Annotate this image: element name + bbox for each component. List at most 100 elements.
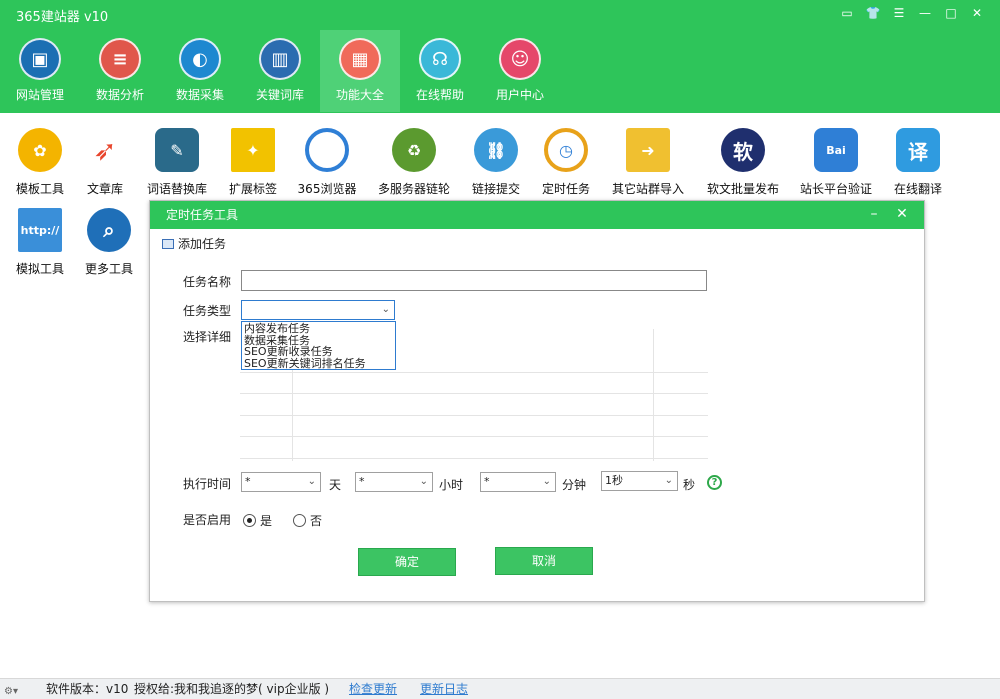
tool-label: 模拟工具 — [15, 262, 64, 276]
http-icon: http:// — [18, 208, 62, 252]
grid-line — [240, 415, 708, 416]
enable-yes-radio[interactable]: 是 — [243, 512, 272, 529]
minute-unit: 分钟 — [562, 478, 587, 492]
task-name-input[interactable] — [241, 270, 707, 291]
tool-browser[interactable]: 365浏览器 — [287, 124, 367, 197]
link-icon: ⛓ — [474, 128, 518, 172]
minute-value: * — [484, 475, 490, 488]
tool-translate[interactable]: 译 在线翻译 — [878, 124, 958, 197]
tool-label: 软文批量发布 — [706, 182, 779, 196]
tool-label: 更多工具 — [84, 262, 133, 276]
check-update-link[interactable]: 检查更新 — [349, 679, 397, 699]
exec-time-label: 执行时间 — [183, 477, 232, 491]
user-icon: ☺ — [499, 38, 541, 80]
tool-label: 扩展标签 — [228, 182, 277, 196]
clock-icon: ◷ — [544, 128, 588, 172]
close-icon[interactable]: ✕ — [888, 201, 916, 229]
dialog-title-bar: 定时任务工具 – ✕ — [150, 201, 924, 229]
cancel-button[interactable]: 取消 — [495, 547, 593, 575]
tool-label: 365浏览器 — [297, 182, 357, 196]
second-select[interactable]: 1秒 ⌄ — [601, 471, 678, 491]
nav-item-data-collect[interactable]: ◐ 数据采集 — [160, 30, 240, 112]
soft-icon: 软 — [721, 128, 765, 172]
headset-icon: ☊ — [419, 38, 461, 80]
day-select[interactable]: * ⌄ — [241, 472, 321, 492]
menu-icon[interactable]: ☰ — [886, 4, 912, 22]
add-task-icon — [162, 238, 174, 249]
add-task-button[interactable]: 添加任务 — [162, 235, 226, 252]
dropdown-option[interactable]: SEO更新收录任务 — [244, 346, 393, 358]
monitor-icon: ▣ — [19, 38, 61, 80]
tool-label: 链接提交 — [471, 182, 520, 196]
scheduled-task-dialog: 定时任务工具 – ✕ 添加任务 任务名称 任务类型 ⌄ 内容发布任务 数据采集任… — [149, 200, 925, 602]
enable-no-radio[interactable]: 否 — [293, 512, 322, 529]
tool-link-submit[interactable]: ⛓ 链接提交 — [456, 124, 536, 197]
update-log-link[interactable]: 更新日志 — [420, 679, 468, 699]
second-value: 1秒 — [605, 474, 623, 487]
enable-label: 是否启用 — [183, 513, 232, 527]
translate-icon: 译 — [896, 128, 940, 172]
hour-select[interactable]: * ⌄ — [355, 472, 433, 492]
chevron-down-icon: ⌄ — [542, 476, 551, 487]
dropdown-option[interactable]: 内容发布任务 — [244, 323, 393, 335]
grid-line — [240, 372, 708, 373]
tool-webmaster-verify[interactable]: Bai 站长平台验证 — [796, 124, 876, 197]
feather-icon: ✎ — [155, 128, 199, 172]
nav-label: 数据分析 — [95, 88, 144, 102]
grid-line — [653, 329, 654, 461]
status-bar: ⚙▾ 软件版本：v10 授权给:我和我追逐的梦( vip企业版 ) 检查更新 更… — [0, 678, 1000, 699]
settings-dropdown-icon[interactable]: ⚙▾ — [4, 682, 20, 697]
tool-scheduled-task[interactable]: ◷ 定时任务 — [526, 124, 606, 197]
tool-site-import[interactable]: ➜ 其它站群导入 — [608, 124, 688, 197]
tool-word-replace[interactable]: ✎ 词语替换库 — [137, 124, 217, 197]
dialog-title: 定时任务工具 — [166, 208, 239, 222]
tool-soft-article[interactable]: 软 软文批量发布 — [703, 124, 783, 197]
nav-item-keyword-lib[interactable]: ▥ 关键词库 — [240, 30, 320, 112]
minimize-icon[interactable]: – — [860, 201, 888, 229]
title-bar: 365建站器 v10 ▭ 👕 ☰ — □ ✕ ▣ 网站管理 ≡ 数据分析 ◐ 数… — [0, 0, 1000, 113]
enable-yes-label: 是 — [260, 514, 273, 528]
task-type-select[interactable]: ⌄ — [241, 300, 395, 320]
nav-label: 功能大全 — [335, 88, 384, 102]
add-task-label: 添加任务 — [178, 237, 227, 251]
grid-line — [240, 393, 708, 394]
nav-item-data-analysis[interactable]: ≡ 数据分析 — [80, 30, 160, 112]
nav-label: 关键词库 — [255, 88, 304, 102]
nav-item-site-manage[interactable]: ▣ 网站管理 — [0, 30, 80, 112]
book-icon: ▥ — [259, 38, 301, 80]
nav-item-all-features[interactable]: ▦ 功能大全 — [320, 30, 400, 112]
main-nav: ▣ 网站管理 ≡ 数据分析 ◐ 数据采集 ▥ 关键词库 ▦ 功能大全 ☊ 在线帮… — [0, 30, 560, 112]
message-icon[interactable]: ▭ — [834, 4, 860, 22]
tool-multi-server[interactable]: ♻ 多服务器链轮 — [374, 124, 454, 197]
hour-value: * — [359, 475, 365, 488]
ok-button[interactable]: 确定 — [358, 548, 456, 576]
grid-line — [240, 436, 708, 437]
tool-article-lib[interactable]: ➶ 文章库 — [65, 124, 145, 197]
second-unit: 秒 — [683, 478, 696, 492]
minute-select[interactable]: * ⌄ — [480, 472, 556, 492]
radio-unchecked-icon — [293, 514, 306, 527]
grid-icon: ▦ — [339, 38, 381, 80]
close-icon[interactable]: ✕ — [964, 4, 990, 22]
radio-checked-icon — [243, 514, 256, 527]
tool-simulate[interactable]: http:// 模拟工具 — [0, 204, 80, 277]
nav-item-user-center[interactable]: ☺ 用户中心 — [480, 30, 560, 112]
tool-more[interactable]: ⌕ 更多工具 — [69, 204, 149, 277]
nav-label: 网站管理 — [15, 88, 64, 102]
tool-ext-tags[interactable]: ✦ 扩展标签 — [213, 124, 293, 197]
nav-label: 在线帮助 — [415, 88, 464, 102]
tool-label: 词语替换库 — [146, 182, 207, 196]
grid-line — [240, 458, 708, 459]
palette-icon: ✿ — [18, 128, 62, 172]
window-controls: ▭ 👕 ☰ — □ ✕ — [834, 4, 990, 22]
database-icon: ≡ — [99, 38, 141, 80]
baidu-icon: Bai — [814, 128, 858, 172]
minimize-icon[interactable]: — — [912, 4, 938, 22]
dropdown-option[interactable]: SEO更新关键词排名任务 — [244, 358, 393, 370]
help-icon[interactable]: ? — [707, 475, 722, 490]
tool-label: 其它站群导入 — [611, 182, 684, 196]
maximize-icon[interactable]: □ — [938, 4, 964, 22]
shirt-icon[interactable]: 👕 — [860, 4, 886, 22]
nav-item-online-help[interactable]: ☊ 在线帮助 — [400, 30, 480, 112]
enable-no-label: 否 — [310, 514, 323, 528]
